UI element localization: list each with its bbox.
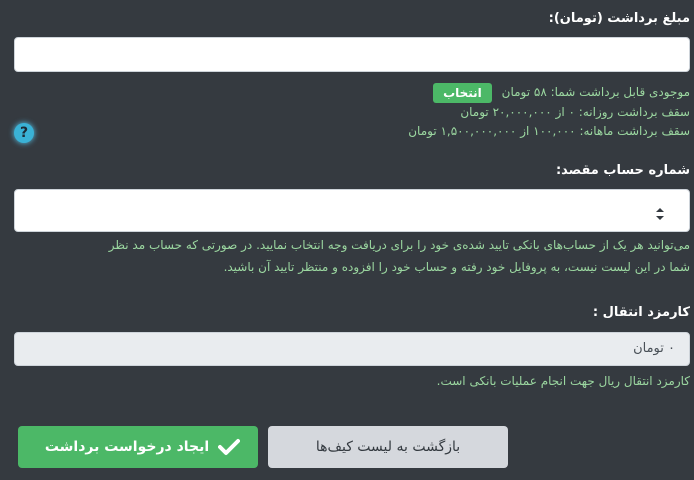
fee-label: کارمزد انتقال :	[592, 305, 690, 320]
balance-row: موجودی قابل برداشت شما: ۵۸ تومان انتخاب	[427, 82, 690, 104]
amount-label: مبلغ برداشت (تومان):	[548, 11, 690, 26]
account-desc-line-2: شما در این لیست نیست، به پروفایل خود رفت…	[223, 260, 690, 274]
pick-balance-button[interactable]: انتخاب	[433, 82, 492, 103]
daily-limit: سقف برداشت روزانه: ۰ از ۲۰,۰۰۰,۰۰۰ تومان	[460, 105, 690, 119]
account-description: می‌توانید هر یک از حساب‌های بانکی تایید …	[10, 234, 690, 278]
account-label: شماره حساب مقصد:	[555, 163, 690, 178]
check-icon	[218, 439, 240, 455]
submit-label: ایجاد درخواست برداشت	[44, 439, 210, 455]
account-desc-line-1: می‌توانید هر یک از حساب‌های بانکی تایید …	[108, 238, 690, 252]
fee-field: ۰ تومان	[14, 332, 690, 366]
fee-description: کارمزد انتقال ریال جهت انجام عملیات بانک…	[436, 374, 690, 388]
help-icon[interactable]: ?	[14, 123, 34, 143]
back-to-wallets-button[interactable]: بازگشت به لیست کیف‌ها	[268, 426, 508, 468]
monthly-limit: سقف برداشت ماهانه: ۱۰۰,۰۰۰ از ۱,۵۰۰,۰۰۰,…	[408, 124, 690, 138]
select-arrows-icon	[656, 208, 664, 220]
amount-input[interactable]	[14, 37, 690, 72]
balance-text: موجودی قابل برداشت شما: ۵۸ تومان	[501, 85, 690, 99]
submit-withdraw-button[interactable]: ایجاد درخواست برداشت	[18, 426, 258, 468]
account-select[interactable]	[14, 189, 690, 232]
